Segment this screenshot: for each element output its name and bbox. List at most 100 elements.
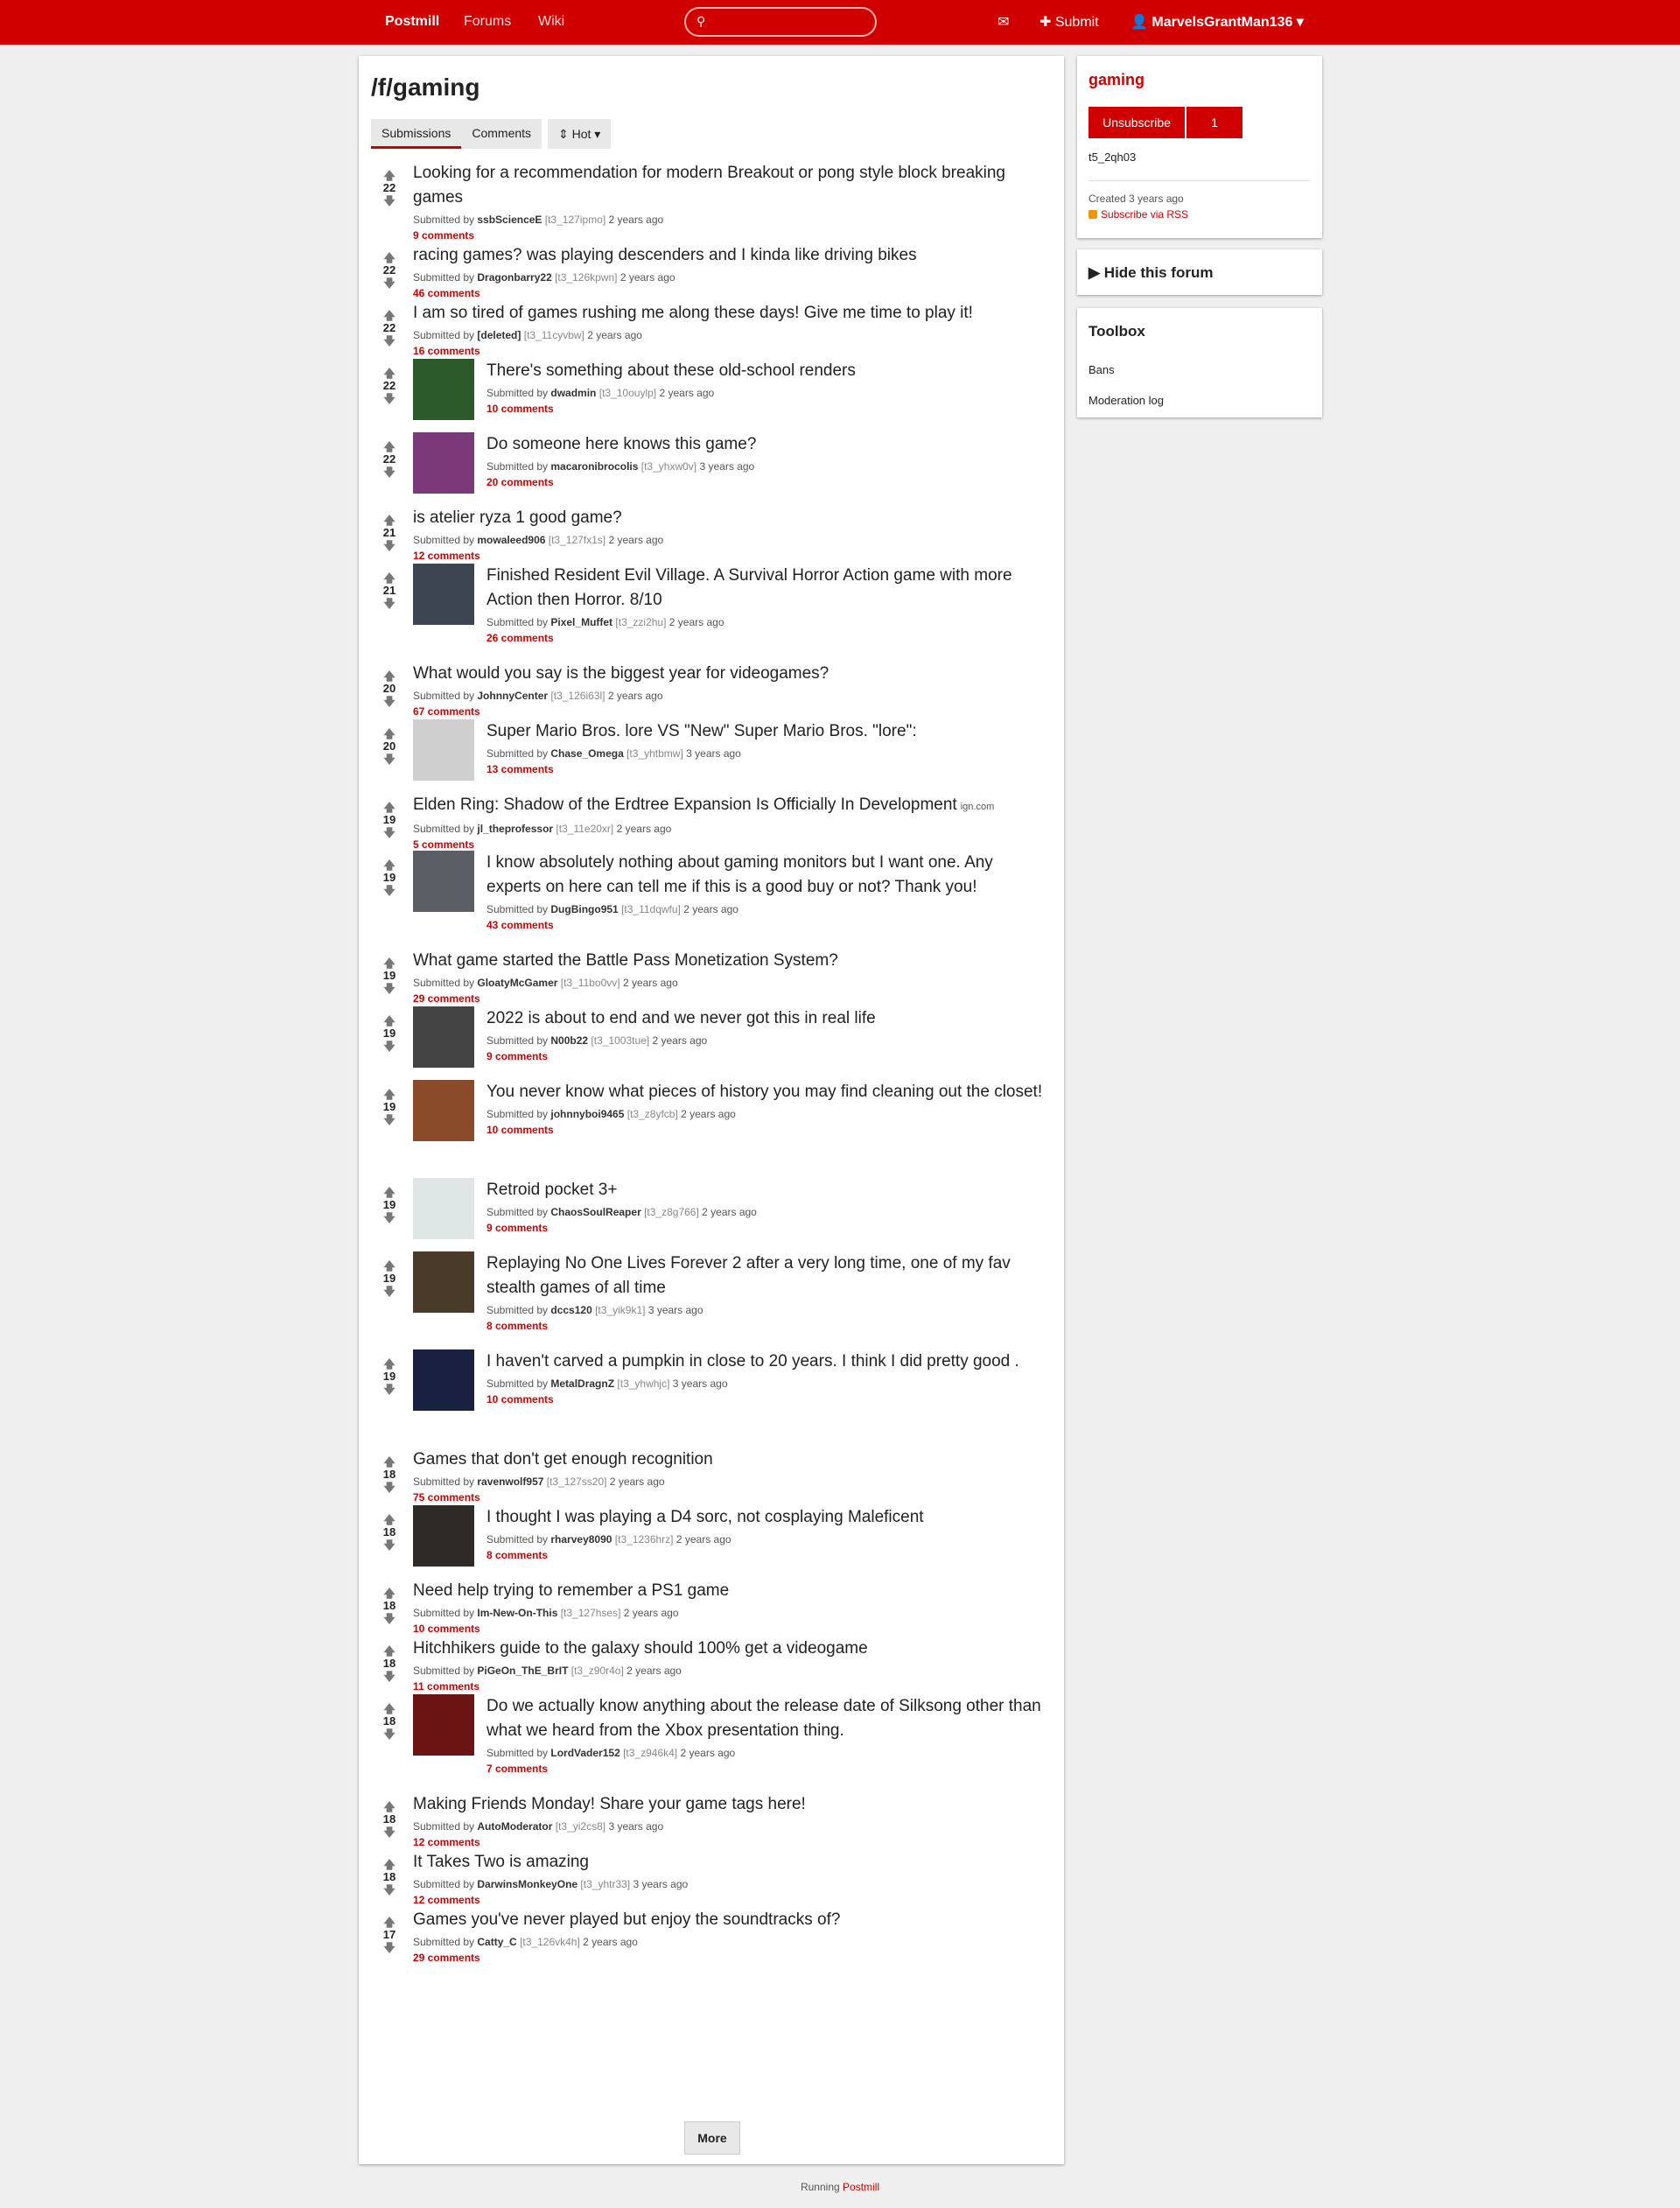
submitter[interactable]: jl_theprofessor	[477, 823, 553, 835]
tab-submissions[interactable]: Submissions	[371, 119, 462, 149]
upvote-icon[interactable]: 🡅	[382, 1456, 397, 1468]
downvote-icon[interactable]: 🡇	[382, 1384, 397, 1395]
comments-link[interactable]: 10 comments	[486, 1391, 1043, 1407]
upvote-icon[interactable]: 🡅	[382, 1703, 397, 1714]
submission-title[interactable]: What game started the Battle Pass Moneti…	[413, 951, 838, 970]
submission-title[interactable]: Retroid pocket 3+	[486, 1181, 617, 1199]
downvote-icon[interactable]: 🡇	[382, 754, 397, 765]
submitter[interactable]: [deleted]	[477, 329, 521, 341]
submitter[interactable]: Catty_C	[477, 1936, 516, 1948]
thumbnail[interactable]	[413, 1251, 474, 1313]
thumbnail[interactable]	[413, 564, 474, 625]
submitter[interactable]: ssbScienceE	[477, 214, 542, 226]
brand-link[interactable]: Postmill	[385, 14, 439, 30]
submission-title[interactable]: Do someone here knows this game?	[486, 435, 756, 453]
submitter[interactable]: MetalDragnZ	[550, 1377, 614, 1390]
thumbnail[interactable]	[413, 1080, 474, 1141]
downvote-icon[interactable]: 🡇	[382, 598, 397, 609]
downvote-icon[interactable]: 🡇	[382, 335, 397, 347]
upvote-icon[interactable]: 🡅	[382, 957, 397, 969]
upvote-icon[interactable]: 🡅	[382, 728, 397, 740]
submitter[interactable]: ChaosSoulReaper	[550, 1206, 640, 1218]
submission-title[interactable]: 2022 is about to end and we never got th…	[486, 1009, 876, 1027]
submitter[interactable]: GloatyMcGamer	[477, 977, 557, 989]
submit-link[interactable]: ✚ Submit	[1040, 13, 1099, 31]
submission-title[interactable]: is atelier ryza 1 good game?	[413, 508, 622, 527]
submission-title[interactable]: racing games? was playing descenders and…	[413, 246, 917, 264]
upvote-icon[interactable]: 🡅	[382, 1015, 397, 1027]
submission-title[interactable]: I know absolutely nothing about gaming m…	[486, 853, 993, 896]
tab-comments[interactable]: Comments	[461, 119, 542, 149]
comments-link[interactable]: 29 comments	[413, 991, 1043, 1006]
comments-link[interactable]: 11 comments	[413, 1679, 1043, 1694]
submitter[interactable]: PiGeOn_ThE_BrIT	[477, 1665, 568, 1677]
submission-title[interactable]: Replaying No One Lives Forever 2 after a…	[486, 1254, 1011, 1297]
upvote-icon[interactable]: 🡅	[382, 1588, 397, 1599]
upvote-icon[interactable]: 🡅	[382, 1187, 397, 1198]
upvote-icon[interactable]: 🡅	[382, 368, 397, 379]
comments-link[interactable]: 13 comments	[486, 761, 1043, 777]
comments-link[interactable]: 12 comments	[413, 1892, 1043, 1908]
comments-link[interactable]: 12 comments	[413, 1834, 1043, 1850]
upvote-icon[interactable]: 🡅	[382, 310, 397, 321]
comments-link[interactable]: 9 comments	[486, 1220, 1043, 1236]
submission-title[interactable]: Making Friends Monday! Share your game t…	[413, 1795, 806, 1813]
submission-title[interactable]: I am so tired of games rushing me along …	[413, 304, 973, 322]
submitter[interactable]: Im-New-On-This	[477, 1607, 557, 1619]
downvote-icon[interactable]: 🡇	[382, 1671, 397, 1682]
submitter[interactable]: rharvey8090	[550, 1533, 612, 1546]
comments-link[interactable]: 16 comments	[413, 343, 1043, 359]
downvote-icon[interactable]: 🡇	[382, 1041, 397, 1052]
search-box[interactable]: ⚲	[684, 7, 877, 37]
comments-link[interactable]: 7 comments	[486, 1761, 1043, 1777]
submitter[interactable]: Dragonbarry22	[477, 271, 551, 284]
submitter[interactable]: LordVader152	[550, 1747, 620, 1759]
upvote-icon[interactable]: 🡅	[382, 170, 397, 181]
search-input[interactable]	[714, 13, 866, 32]
hide-forum-box[interactable]: ▶ Hide this forum	[1077, 249, 1322, 295]
submitter[interactable]: ravenwolf957	[477, 1476, 543, 1488]
thumbnail[interactable]	[413, 1694, 474, 1756]
comments-link[interactable]: 10 comments	[486, 401, 1043, 417]
submission-title[interactable]: It Takes Two is amazing	[413, 1853, 589, 1871]
thumbnail[interactable]	[413, 1505, 474, 1567]
submission-title[interactable]: There's something about these old-school…	[486, 361, 856, 380]
submission-title[interactable]: You never know what pieces of history yo…	[486, 1083, 1042, 1101]
downvote-icon[interactable]: 🡇	[382, 1613, 397, 1624]
upvote-icon[interactable]: 🡅	[382, 802, 397, 813]
rss-link[interactable]: Subscribe via RSS	[1088, 208, 1188, 221]
upvote-icon[interactable]: 🡅	[382, 572, 397, 584]
submission-title[interactable]: Looking for a recommendation for modern …	[413, 164, 1005, 207]
nav-wiki-link[interactable]: Wiki	[538, 14, 564, 30]
more-button[interactable]: More	[684, 2121, 740, 2155]
footer-brand-link[interactable]: Postmill	[843, 2181, 879, 2193]
unsubscribe-button[interactable]: Unsubscribe	[1088, 107, 1185, 138]
hide-forum-toggle[interactable]: ▶ Hide this forum	[1088, 264, 1213, 282]
upvote-icon[interactable]: 🡅	[382, 441, 397, 452]
upvote-icon[interactable]: 🡅	[382, 1801, 397, 1812]
sort-dropdown[interactable]: ⇕ Hot ▾	[548, 119, 612, 149]
comments-link[interactable]: 67 comments	[413, 704, 1043, 719]
comments-link[interactable]: 10 comments	[413, 1621, 1043, 1637]
toolbox-item-bans[interactable]: Bans	[1088, 363, 1115, 376]
submission-title[interactable]: Hitchhikers guide to the galaxy should 1…	[413, 1639, 868, 1658]
downvote-icon[interactable]: 🡇	[382, 983, 397, 994]
user-menu[interactable]: 👤 MarvelsGrantMan136 ▾	[1130, 13, 1304, 31]
submitter[interactable]: Pixel_Muffet	[550, 616, 612, 628]
submitter[interactable]: macaronibrocolis	[550, 460, 638, 473]
comments-link[interactable]: 26 comments	[486, 630, 1043, 646]
submitter[interactable]: dwadmin	[550, 387, 596, 399]
comments-link[interactable]: 8 comments	[486, 1547, 1043, 1563]
submission-title[interactable]: I haven't carved a pumpkin in close to 2…	[486, 1352, 1019, 1370]
downvote-icon[interactable]: 🡇	[382, 696, 397, 707]
thumbnail[interactable]	[413, 719, 474, 781]
submitter[interactable]: AutoModerator	[477, 1820, 552, 1833]
downvote-icon[interactable]: 🡇	[382, 1539, 397, 1551]
toolbox-item-moderation-log[interactable]: Moderation log	[1088, 394, 1164, 407]
upvote-icon[interactable]: 🡅	[382, 1260, 397, 1272]
upvote-icon[interactable]: 🡅	[382, 1089, 397, 1100]
forum-name[interactable]: gaming	[1088, 71, 1144, 89]
submission-title[interactable]: Games you've never played but enjoy the …	[413, 1910, 840, 1929]
upvote-icon[interactable]: 🡅	[382, 252, 397, 263]
submission-title[interactable]: Do we actually know anything about the r…	[486, 1697, 1041, 1740]
